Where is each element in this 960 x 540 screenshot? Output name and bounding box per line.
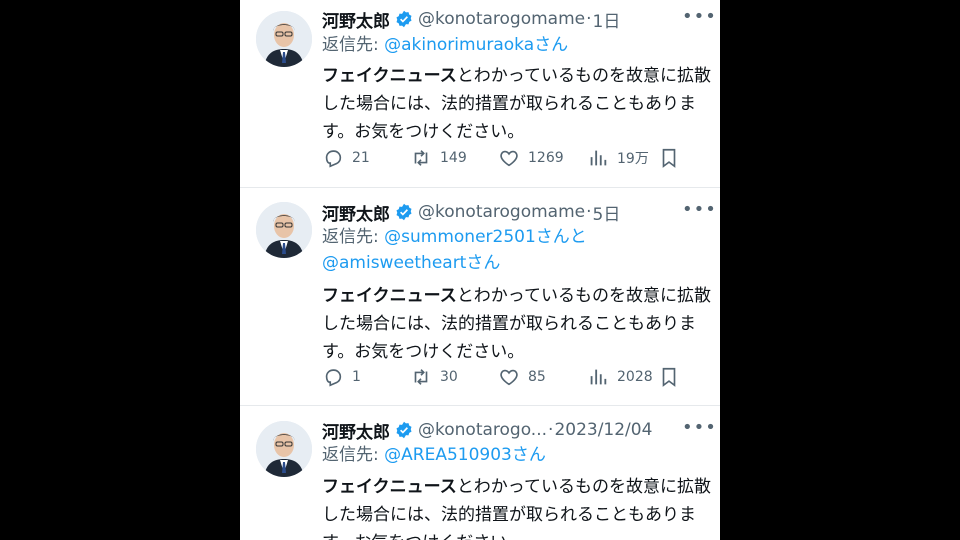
reply-mention[interactable]: @AREA510903 xyxy=(384,445,512,465)
avatar[interactable] xyxy=(256,202,312,258)
tweet-1[interactable]: 河野太郎 @konotarogomame · 1日 ••• 返信先: @akin… xyxy=(240,0,720,187)
reply-icon xyxy=(325,150,342,168)
author-handle[interactable]: @konotarogomame xyxy=(418,202,585,222)
reply-prefix: 返信先: xyxy=(322,445,385,465)
reply-mention[interactable]: @akinorimuraoka xyxy=(384,35,534,55)
bookmark-icon xyxy=(662,148,676,168)
reply-suffix: さん xyxy=(511,445,546,465)
separator: · xyxy=(548,420,554,440)
author-name[interactable]: 河野太郎 xyxy=(322,7,390,32)
reply-mention[interactable]: @summoner2501 xyxy=(384,227,536,247)
timestamp[interactable]: 2023/12/04 xyxy=(554,420,652,440)
views-icon xyxy=(590,369,607,385)
author-name[interactable]: 河野太郎 xyxy=(322,200,390,225)
views-icon xyxy=(590,150,607,166)
reply-count: 1 xyxy=(352,369,361,385)
action-bar: 1 30 85 2028 xyxy=(322,366,702,390)
reply-mention[interactable]: @amisweetheart xyxy=(322,253,466,273)
reply-prefix: 返信先: xyxy=(322,227,385,247)
reply-suffix: さん xyxy=(534,35,569,55)
repost-button[interactable]: 149 xyxy=(410,147,467,169)
bookmark-icon xyxy=(662,367,676,387)
more-icon[interactable]: ••• xyxy=(682,419,716,441)
bookmark-button[interactable] xyxy=(658,366,680,392)
repost-icon xyxy=(414,369,428,385)
tweet-text: フェイクニュースとわかっているものを故意に拡散した場合には、法的措置が取られるこ… xyxy=(322,282,712,366)
author-name[interactable]: 河野太郎 xyxy=(322,418,390,443)
reply-count: 21 xyxy=(352,150,370,166)
reply-suffix: さん xyxy=(466,253,501,273)
timeline: 河野太郎 @konotarogomame · 1日 ••• 返信先: @akin… xyxy=(240,0,720,540)
tweet-text-bold: フェイクニュース xyxy=(322,286,457,306)
reply-context: 返信先: @summoner2501さんと @amisweetheartさん xyxy=(322,224,712,276)
like-count: 85 xyxy=(528,369,546,385)
like-count: 1269 xyxy=(528,150,564,166)
separator: · xyxy=(586,9,592,29)
reply-button[interactable]: 1 xyxy=(322,366,361,388)
verified-badge-icon xyxy=(396,203,412,221)
verified-badge-icon xyxy=(396,10,412,28)
action-bar: 21 149 1269 19万 xyxy=(322,147,702,171)
views-button[interactable]: 19万 xyxy=(587,147,649,169)
like-button[interactable]: 1269 xyxy=(498,147,564,169)
more-icon[interactable]: ••• xyxy=(682,201,716,223)
avatar[interactable] xyxy=(256,421,312,477)
separator: · xyxy=(586,202,592,222)
avatar[interactable] xyxy=(256,11,312,67)
tweet-header: 河野太郎 @konotarogomame · 1日 xyxy=(322,6,706,32)
author-handle[interactable]: @konotarogomame xyxy=(418,9,585,29)
bookmark-button[interactable] xyxy=(658,147,680,173)
like-icon xyxy=(500,369,518,386)
views-button[interactable]: 2028 xyxy=(587,366,653,388)
author-handle[interactable]: @konotarogo... xyxy=(418,420,547,440)
reply-context: 返信先: @AREA510903さん xyxy=(322,442,712,468)
repost-count: 149 xyxy=(440,150,467,166)
reply-icon xyxy=(325,369,342,387)
tweet-2[interactable]: 河野太郎 @konotarogomame · 5日 ••• 返信先: @summ… xyxy=(240,188,720,404)
tweet-text: フェイクニュースとわかっているものを故意に拡散した場合には、法的措置が取られるこ… xyxy=(322,473,712,540)
views-count: 19万 xyxy=(617,151,649,167)
tweet-text: フェイクニュースとわかっているものを故意に拡散した場合には、法的措置が取られるこ… xyxy=(322,62,712,146)
tweet-text-bold: フェイクニュース xyxy=(322,66,457,86)
like-icon xyxy=(500,150,518,167)
tweet-header: 河野太郎 @konotarogomame · 5日 xyxy=(322,199,706,225)
repost-button[interactable]: 30 xyxy=(410,366,458,388)
tweet-text-bold: フェイクニュース xyxy=(322,477,457,497)
tweet-3[interactable]: 河野太郎 @konotarogo... · 2023/12/04 ••• 返信先… xyxy=(240,406,720,540)
timestamp[interactable]: 1日 xyxy=(593,7,621,32)
repost-count: 30 xyxy=(440,369,458,385)
repost-icon xyxy=(414,150,428,166)
tweet-header: 河野太郎 @konotarogo... · 2023/12/04 xyxy=(322,417,706,443)
reply-prefix: 返信先: xyxy=(322,35,385,55)
verified-badge-icon xyxy=(396,421,412,439)
like-button[interactable]: 85 xyxy=(498,366,546,388)
more-icon[interactable]: ••• xyxy=(682,8,716,30)
reply-mid: さんと xyxy=(535,227,587,247)
views-count: 2028 xyxy=(617,369,653,385)
reply-button[interactable]: 21 xyxy=(322,147,370,169)
timestamp[interactable]: 5日 xyxy=(593,200,621,225)
reply-context: 返信先: @akinorimuraokaさん xyxy=(322,32,712,58)
